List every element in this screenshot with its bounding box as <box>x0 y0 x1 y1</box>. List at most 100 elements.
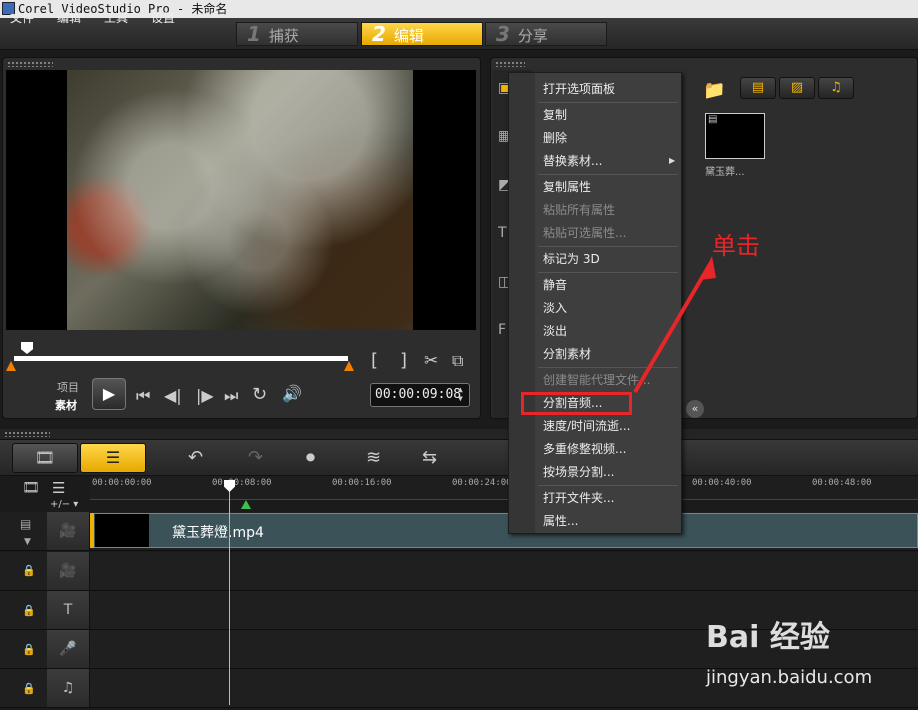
lock-icon[interactable]: 🔒 <box>22 643 36 656</box>
enlarge-icon[interactable]: ⧉ <box>452 351 463 371</box>
mark-out-button[interactable]: ] <box>400 350 407 371</box>
volume-icon[interactable]: 🔊 <box>282 384 302 403</box>
project-mode-label[interactable]: 项目 <box>57 379 79 395</box>
tab-edit-label: 编辑 <box>393 27 424 45</box>
ruler-tick: 00:00:00:00 <box>92 478 152 488</box>
show-audio-button[interactable]: ♫ <box>818 77 854 99</box>
film-icon: ▤ <box>751 80 765 95</box>
timecode-stepper-icon[interactable]: ▲ ▼ <box>458 385 463 403</box>
storyboard-icon: 🎞 <box>34 448 56 467</box>
undo-icon[interactable]: ↶ <box>188 447 203 468</box>
panel-grip[interactable] <box>495 61 525 67</box>
panel-grip[interactable] <box>4 431 50 437</box>
panel-grip[interactable] <box>7 61 53 67</box>
timeline-grip[interactable] <box>0 429 918 439</box>
show-photos-button[interactable]: ▨ <box>779 77 815 99</box>
lock-icon[interactable]: 🔒 <box>22 682 36 695</box>
show-all-tracks-icon[interactable]: ☰ <box>52 479 65 497</box>
ruler-tick: 00:00:24:00 <box>452 478 512 488</box>
clip-trim-handle[interactable] <box>90 513 94 548</box>
play-button[interactable]: ▶ <box>92 378 126 410</box>
storyboard-view-button[interactable]: 🎞 <box>12 443 78 473</box>
mark-in-button[interactable]: [ <box>371 350 378 371</box>
tab-edit-number: 2 <box>372 22 386 46</box>
folder-icon[interactable]: 📁 <box>703 80 725 101</box>
lock-icon[interactable]: 🔒 <box>22 604 36 617</box>
end-icon[interactable]: ⏭ <box>224 386 238 406</box>
menu-item-speed-time-lapse[interactable]: 速度/时间流逝... <box>543 417 631 435</box>
zoom-control[interactable]: +/− ▾ <box>50 499 78 510</box>
chevron-down-icon[interactable]: ▼ <box>24 537 31 547</box>
menu-item-open-folder[interactable]: 打开文件夹... <box>543 489 614 507</box>
menu-edit[interactable]: 编辑 <box>57 9 81 26</box>
tab-share-label: 分享 <box>517 27 548 45</box>
menu-item-split-by-scene[interactable]: 按场景分割... <box>543 463 614 481</box>
menu-item-split-clip[interactable]: 分割素材 <box>543 345 591 363</box>
menu-item-open-options[interactable]: 打开选项面板 <box>543 80 615 98</box>
tab-share-number: 3 <box>496 22 510 46</box>
menu-separator <box>538 485 678 486</box>
library-thumbnail[interactable]: ▤ <box>705 113 765 159</box>
menu-item-multi-trim[interactable]: 多重修整视频... <box>543 440 626 458</box>
tab-edit[interactable]: 2 编辑 <box>361 22 483 46</box>
video-badge-icon: ▤ <box>708 114 718 125</box>
annotation-arrow <box>633 256 716 394</box>
menu-item-properties[interactable]: 属性... <box>543 512 578 530</box>
home-icon[interactable]: ⏮ <box>136 386 150 406</box>
menu-separator <box>538 174 678 175</box>
clip-name: 黛玉葬燈.mp4 <box>172 525 264 541</box>
track-visibility-icon[interactable]: ▤ <box>20 517 31 531</box>
menu-item-fade-in[interactable]: 淡入 <box>543 299 567 317</box>
scissors-icon[interactable]: ✂ <box>424 351 438 371</box>
menu-item-paste-all-attributes: 粘贴所有属性 <box>543 203 616 217</box>
menu-tools[interactable]: 工具 <box>104 9 128 26</box>
clip-mode-label[interactable]: 素材 <box>55 397 77 413</box>
repeat-icon[interactable]: ↻ <box>252 384 267 405</box>
auto-music-icon[interactable]: ⇆ <box>422 447 437 468</box>
menu-item-mark-3d[interactable]: 标记为 3D <box>543 250 600 268</box>
menu-settings[interactable]: 设置 <box>151 9 175 26</box>
previous-frame-icon[interactable]: ◀︎| <box>164 386 182 405</box>
title-icon[interactable]: T <box>498 225 507 241</box>
menu-item-fade-out[interactable]: 淡出 <box>543 322 567 340</box>
menu-item-replace-clip[interactable]: 替换素材... <box>543 152 602 170</box>
tab-capture-number: 1 <box>247 22 261 46</box>
sound-mixer-icon[interactable]: ≋ <box>366 447 381 468</box>
redo-icon[interactable]: ↷ <box>248 447 263 468</box>
menu-item-mute[interactable]: 静音 <box>543 276 567 294</box>
filter-icon[interactable]: F <box>498 322 506 338</box>
menu-item-paste-selectable-attributes: 粘贴可选属性... <box>543 226 627 240</box>
tab-capture-label: 捕获 <box>268 27 299 45</box>
watermark-url: jingyan.baidu.com <box>706 667 873 688</box>
timeline-view-button[interactable]: ☰ <box>80 443 146 473</box>
ruler-tick: 00:00:40:00 <box>692 478 752 488</box>
context-menu-icon-strip <box>509 73 535 533</box>
tab-share[interactable]: 3 分享 <box>485 22 607 46</box>
overlay-track-row <box>0 552 918 591</box>
lock-icon[interactable]: 🔒 <box>22 564 36 577</box>
scrubber-track[interactable] <box>14 356 348 361</box>
menu-separator <box>538 246 678 247</box>
show-videos-button[interactable]: ▤ <box>740 77 776 99</box>
photo-icon: ▨ <box>790 80 804 95</box>
submenu-arrow-icon: ▶ <box>669 156 676 165</box>
record-capture-icon[interactable]: ⏺ <box>306 447 315 468</box>
menu-item-copy[interactable]: 复制 <box>543 106 567 124</box>
menu-item-copy-attributes[interactable]: 复制属性 <box>543 178 591 196</box>
track-manager-icon[interactable]: 🎞 <box>22 480 40 496</box>
menu-item-delete[interactable]: 删除 <box>543 129 567 147</box>
voice-track-icon[interactable]: 🎤 <box>47 630 90 668</box>
title-track-icon[interactable]: T <box>47 591 90 629</box>
video-track-icon[interactable]: 🎥 <box>47 512 90 550</box>
timecode-field[interactable]: 00:00:09:08 ▲ ▼ <box>370 383 470 407</box>
chapter-marker[interactable] <box>241 500 251 509</box>
ruler-tick: 00:00:08:00 <box>212 478 272 488</box>
tab-capture[interactable]: 1 捕获 <box>236 22 358 46</box>
ruler-tick: 00:00:48:00 <box>812 478 872 488</box>
menu-file[interactable]: 文件 <box>10 9 34 26</box>
music-track-icon[interactable]: ♫ <box>47 669 90 707</box>
overlay-track-icon[interactable]: 🎥 <box>47 552 90 590</box>
library-thumbnail-label: 黛玉葬... <box>705 167 745 178</box>
next-frame-icon[interactable]: |▶︎ <box>196 386 214 405</box>
play-icon: ▶ <box>102 384 116 403</box>
